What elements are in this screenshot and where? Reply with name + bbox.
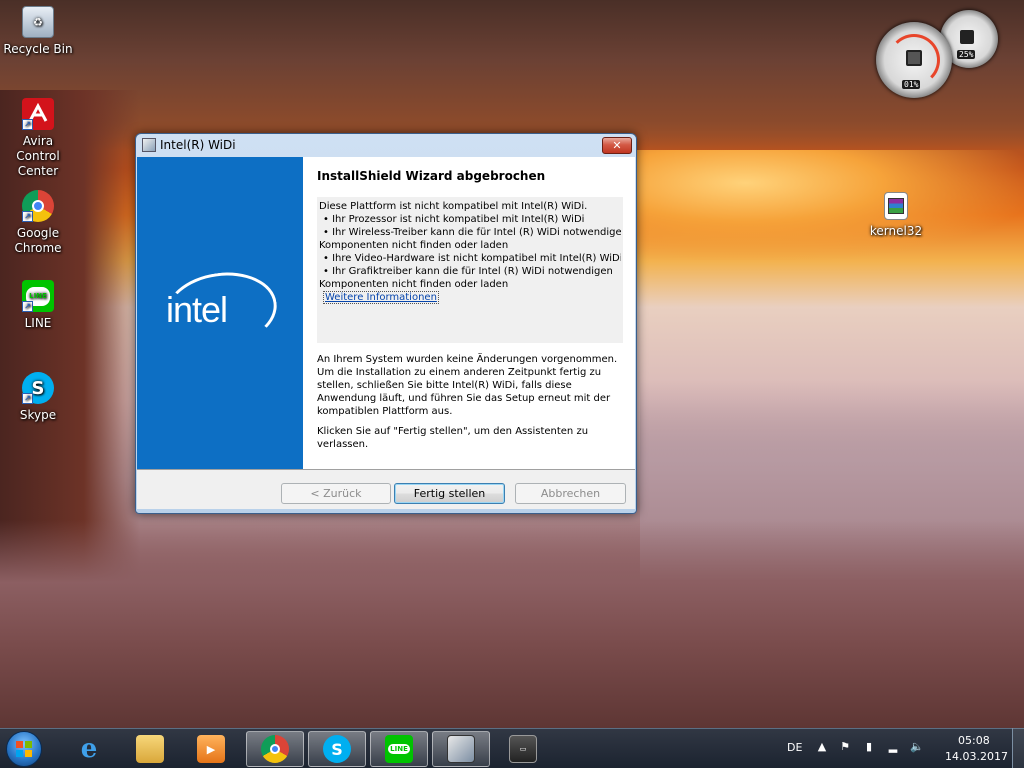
power-icon[interactable]: ▮ <box>862 740 876 754</box>
avira-icon: ↗ <box>22 98 54 130</box>
wallpaper-rock-bottom <box>0 520 1024 728</box>
wallpaper-arch <box>0 0 1024 150</box>
message-line: • Ihr Wireless-Treiber kann die für Inte… <box>323 227 621 238</box>
message-line: Komponenten nicht finden oder laden <box>319 279 509 290</box>
wizard-button-bar: < Zurück Fertig stellen Abbrechen <box>137 470 635 509</box>
no-changes-paragraph: An Ihrem System wurden keine Änderungen … <box>317 354 618 417</box>
file-explorer-icon <box>136 735 164 763</box>
shortcut-arrow-icon: ↗ <box>22 393 33 404</box>
winrar-archive-icon <box>884 192 908 220</box>
skype-icon: S ↗ <box>22 372 54 404</box>
network-signal-icon[interactable]: ▂ <box>886 740 900 754</box>
intel-banner: intel <box>137 157 303 469</box>
incompatibility-message-box: Diese Plattform ist nicht kompatibel mit… <box>317 197 623 343</box>
cpu-gauge: 01% <box>876 22 952 98</box>
taskbar-internet-explorer[interactable]: e <box>60 731 118 767</box>
show-hidden-icons-icon[interactable]: ▲ <box>815 740 829 754</box>
clock-time[interactable]: 05:08 <box>958 734 990 747</box>
shortcut-arrow-icon: ↗ <box>22 211 33 222</box>
installer-window: Intel(R) WiDi ✕ intel InstallShield Wiza… <box>135 133 637 514</box>
shortcut-arrow-icon: ↗ <box>22 119 33 130</box>
message-line: Komponenten nicht finden oder laden <box>319 240 509 251</box>
clock-date[interactable]: 14.03.2017 <box>945 750 1008 763</box>
desktop-icon-skype[interactable]: S ↗ Skype <box>0 372 76 423</box>
close-button[interactable]: ✕ <box>602 137 632 154</box>
desktop-icon-chrome[interactable]: ↗ Google Chrome <box>0 190 76 256</box>
desktop-icon-avira[interactable]: ↗ Avira Control Center <box>0 98 76 179</box>
installer-app-icon <box>142 138 156 152</box>
memory-chip-icon <box>960 30 974 44</box>
installer-icon <box>447 735 475 763</box>
media-player-icon: ▶ <box>197 735 225 763</box>
desktop-icon-label: Recycle Bin <box>3 42 73 56</box>
finish-instruction-paragraph: Klicken Sie auf "Fertig stellen", um den… <box>317 426 589 450</box>
window-titlebar[interactable]: Intel(R) WiDi ✕ <box>136 134 636 158</box>
finish-button[interactable]: Fertig stellen <box>394 483 505 504</box>
start-button[interactable] <box>6 731 42 767</box>
back-button[interactable]: < Zurück <box>281 483 391 504</box>
message-line: • Ihr Prozessor ist nicht kompatibel mit… <box>323 214 585 225</box>
taskbar-media-player[interactable]: ▶ <box>182 731 240 767</box>
message-line: • Ihr Grafiktreiber kann die für Intel (… <box>323 266 613 277</box>
desktop-icon-label: Google Chrome <box>14 226 62 255</box>
message-line: • Ihre Video-Hardware ist nicht kompatib… <box>323 253 621 264</box>
cpu-scale-arc <box>888 34 940 86</box>
show-desktop-button[interactable] <box>1012 728 1024 768</box>
taskbar-chrome[interactable] <box>246 731 304 767</box>
taskbar-file-explorer[interactable] <box>121 731 179 767</box>
taskbar-installer[interactable] <box>432 731 490 767</box>
taskbar-line[interactable]: LINE <box>370 731 428 767</box>
internet-explorer-icon: e <box>80 734 98 764</box>
desktop-icon-line[interactable]: LINE ↗ LINE <box>0 280 76 331</box>
chrome-icon <box>261 735 289 763</box>
desktop-icon-recycle-bin[interactable]: ♻ Recycle Bin <box>0 6 76 57</box>
line-icon: LINE ↗ <box>22 280 54 312</box>
more-info-link[interactable]: Weitere Informationen <box>323 291 439 304</box>
cancel-button[interactable]: Abbrechen <box>515 483 626 504</box>
taskbar-skype[interactable]: S <box>308 731 366 767</box>
volume-icon[interactable]: 🔈 <box>910 740 924 754</box>
asus-icon: ▭ <box>509 735 537 763</box>
message-line: Diese Plattform ist nicht kompatibel mit… <box>319 201 588 212</box>
wizard-heading: InstallShield Wizard abgebrochen <box>317 169 546 183</box>
language-indicator[interactable]: DE <box>787 741 802 754</box>
cpu-value: 01% <box>902 80 921 89</box>
recycle-bin-icon: ♻ <box>22 6 54 38</box>
desktop-icon-label: LINE <box>24 316 52 330</box>
chrome-icon: ↗ <box>22 190 54 222</box>
desktop-icon-label: kernel32 <box>869 224 923 238</box>
window-title: Intel(R) WiDi <box>160 138 236 152</box>
memory-value: 25% <box>957 50 976 59</box>
desktop-icon-label: Avira Control Center <box>16 134 60 178</box>
shortcut-arrow-icon: ↗ <box>22 301 33 312</box>
desktop-icon-kernel32[interactable]: kernel32 <box>858 192 934 239</box>
intel-logo: intel <box>166 289 228 330</box>
desktop-icon-label: Skype <box>19 408 57 422</box>
line-icon: LINE <box>385 735 413 763</box>
action-center-flag-icon[interactable]: ⚑ <box>838 740 852 754</box>
taskbar-asus[interactable]: ▭ <box>494 731 552 767</box>
window-client-area: intel InstallShield Wizard abgebrochen D… <box>137 157 635 509</box>
skype-icon: S <box>323 735 351 763</box>
